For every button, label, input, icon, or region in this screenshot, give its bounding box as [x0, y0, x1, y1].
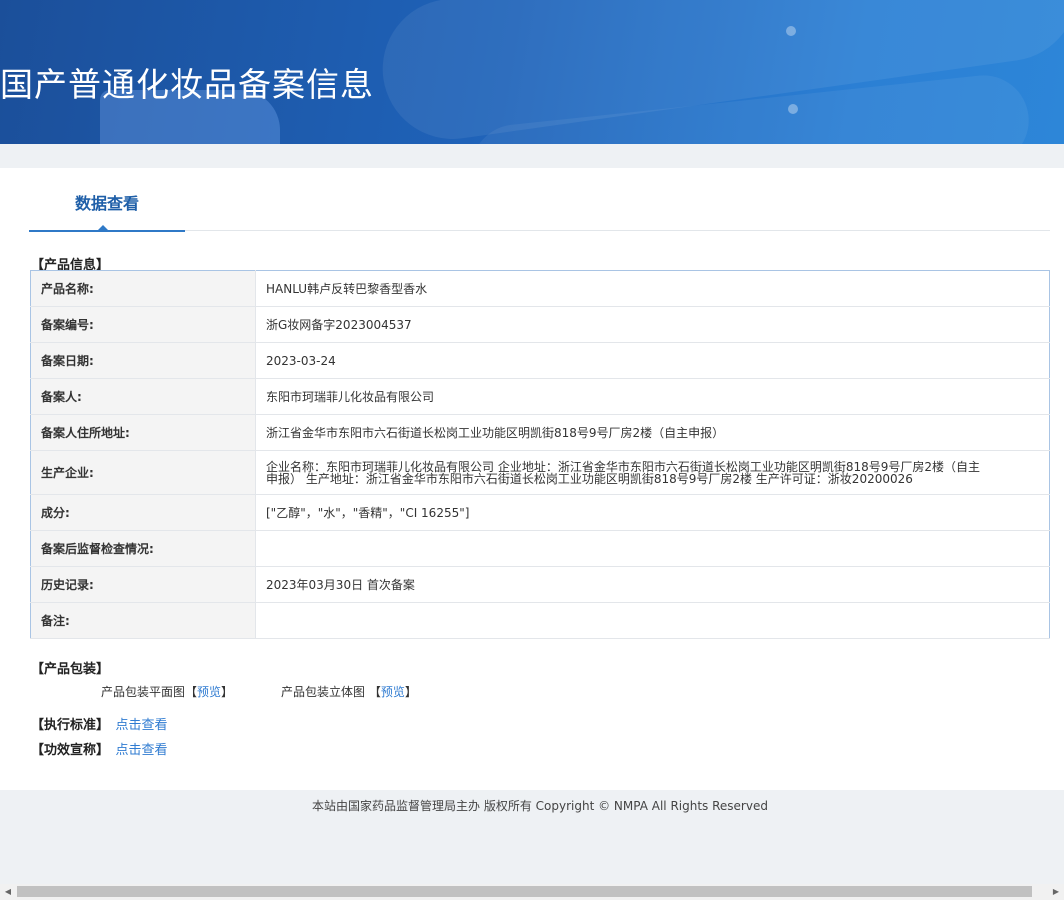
info-row: 备案编号: 浙G妆网备字2023004537: [30, 306, 1050, 343]
info-row-key: 备案人住所地址:: [30, 414, 256, 451]
info-row-key: 备案后监督检查情况:: [30, 530, 256, 567]
horizontal-scrollbar[interactable]: ◀ ▶: [0, 884, 1064, 900]
info-row: 备案人住所地址: 浙江省金华市东阳市六石街道长松岗工业功能区明凯街818号9号厂房…: [30, 414, 1050, 451]
footer-copyright: 本站由国家药品监督管理局主办 版权所有 Copyright © NMPA All…: [312, 799, 768, 813]
efficacy-row: 【功效宣称】 点击查看: [31, 739, 168, 758]
banner-dot: [788, 104, 798, 114]
tab-data-view[interactable]: 数据查看: [29, 180, 185, 232]
packaging-solid-preview-link[interactable]: 预览: [381, 685, 405, 699]
info-row-value: 2023年03月30日 首次备案: [255, 566, 1050, 603]
info-row-key: 备案人:: [30, 378, 256, 415]
tab-bar: 数据查看: [29, 180, 1050, 232]
info-row-value: HANLU韩卢反转巴黎香型香水: [255, 270, 1050, 307]
info-row: 产品名称: HANLU韩卢反转巴黎香型香水: [30, 270, 1050, 307]
info-row-key: 备案编号:: [30, 306, 256, 343]
standard-row: 【执行标准】 点击查看: [31, 714, 168, 733]
info-row-key: 生产企业:: [30, 450, 256, 495]
info-row: 备案人: 东阳市珂瑞菲儿化妆品有限公司: [30, 378, 1050, 415]
packaging-solid-bracket: 】: [404, 685, 417, 699]
packaging-flat: 产品包装平面图【预览】: [101, 683, 233, 700]
info-row-key: 历史记录:: [30, 566, 256, 603]
scrollbar-thumb[interactable]: [17, 886, 1032, 897]
info-row: 备案后监督检查情况:: [30, 530, 1050, 567]
page-title: 国产普通化妆品备案信息: [0, 65, 374, 104]
info-row-key: 产品名称:: [30, 270, 256, 307]
info-row-value: 2023-03-24: [255, 342, 1050, 379]
info-row: 备注:: [30, 602, 1050, 639]
info-row: 备案日期: 2023-03-24: [30, 342, 1050, 379]
packaging-solid-label: 产品包装立体图 【: [281, 685, 381, 699]
info-row: 生产企业: 企业名称：东阳市珂瑞菲儿化妆品有限公司 企业地址：浙江省金华市东阳市六…: [30, 450, 1050, 495]
info-row-value: [255, 602, 1050, 639]
info-row: 历史记录: 2023年03月30日 首次备案: [30, 566, 1050, 603]
info-row-value: 浙江省金华市东阳市六石街道长松岗工业功能区明凯街818号9号厂房2楼（自主申报）: [255, 414, 1050, 451]
scroll-right-icon[interactable]: ▶: [1048, 884, 1064, 900]
info-row-key: 成分:: [30, 494, 256, 531]
info-row-value: 浙G妆网备字2023004537: [255, 306, 1050, 343]
banner-dot: [786, 26, 796, 36]
header-banner: 国产普通化妆品备案信息: [0, 0, 1064, 144]
info-row-key: 备案日期:: [30, 342, 256, 379]
info-row-value: [255, 530, 1050, 567]
tab-label: 数据查看: [74, 194, 139, 213]
info-row-key: 备注:: [30, 602, 256, 639]
packaging-flat-preview-link[interactable]: 预览: [197, 685, 221, 699]
packaging-flat-bracket: 】: [221, 685, 234, 699]
main-content: 数据查看 【产品信息】 产品名称: HANLU韩卢反转巴黎香型香水 备案编号: 浙G妆…: [0, 168, 1064, 790]
info-row: 成分: ["乙醇"，"水"，"香精"，"CI 16255"]: [30, 494, 1050, 531]
info-row-value: 东阳市珂瑞菲儿化妆品有限公司: [255, 378, 1050, 415]
scroll-left-icon[interactable]: ◀: [0, 884, 16, 900]
info-row-value: ["乙醇"，"水"，"香精"，"CI 16255"]: [255, 494, 1050, 531]
standard-heading: 【执行标准】: [31, 718, 110, 733]
packaging-heading: 【产品包装】: [31, 662, 110, 677]
efficacy-heading: 【功效宣称】: [31, 743, 110, 758]
efficacy-view-link[interactable]: 点击查看: [116, 743, 168, 758]
standard-view-link[interactable]: 点击查看: [116, 718, 168, 733]
packaging-solid: 产品包装立体图 【预览】: [281, 683, 417, 700]
packaging-flat-label: 产品包装平面图【: [101, 685, 198, 699]
info-row-value: 企业名称：东阳市珂瑞菲儿化妆品有限公司 企业地址：浙江省金华市东阳市六石街道长松…: [255, 450, 1050, 495]
tab-indicator-icon: [97, 225, 109, 231]
product-info-table: 产品名称: HANLU韩卢反转巴黎香型香水 备案编号: 浙G妆网备字202300453…: [30, 270, 1050, 639]
